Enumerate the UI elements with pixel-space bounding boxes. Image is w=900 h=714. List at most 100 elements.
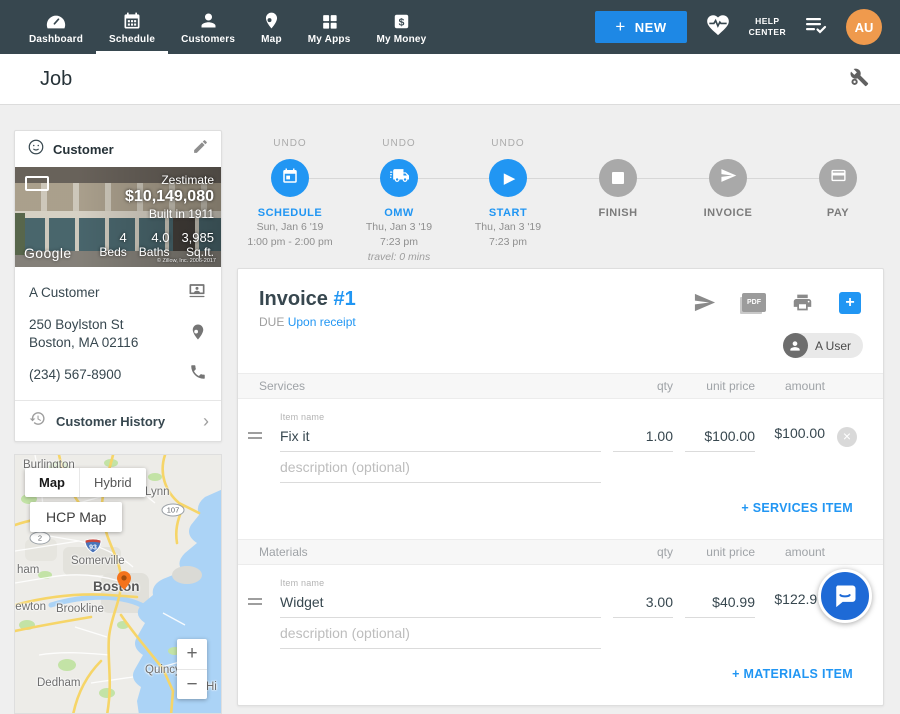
- customer-card-title: Customer: [53, 142, 184, 157]
- nav-label: Schedule: [109, 34, 155, 45]
- beds-value: 4: [99, 230, 126, 245]
- add-services-item-link[interactable]: + SERVICES ITEM: [741, 501, 853, 515]
- services-section-header: Services qty unit price amount: [238, 373, 883, 399]
- location-pin-icon[interactable]: [189, 322, 207, 347]
- nav-item-customers[interactable]: Customers: [168, 0, 248, 54]
- drag-handle[interactable]: [248, 598, 268, 605]
- undo-link[interactable]: UNDO: [235, 138, 345, 151]
- item-name-input[interactable]: [280, 428, 601, 452]
- due-label: DUE: [259, 315, 284, 329]
- invoice-step-button[interactable]: [709, 159, 747, 197]
- baths-value: 4.0: [139, 230, 170, 245]
- step-date: Thu, Jan 3 '19: [344, 221, 454, 234]
- page-header: Job: [0, 54, 900, 105]
- zillow-copyright: © Zillow, Inc. 2006-2017: [157, 258, 216, 264]
- step-label[interactable]: SCHEDULE: [235, 207, 345, 219]
- undo-link[interactable]: UNDO: [344, 138, 454, 151]
- route-shield-2: 2: [29, 531, 51, 545]
- main-panel: UNDO SCHEDULE Sun, Jan 6 '19 1:00 pm - 2…: [237, 130, 884, 706]
- service-description-row: [238, 452, 883, 483]
- built-year: Built in 1911: [125, 208, 214, 222]
- col-amount: amount: [767, 545, 825, 559]
- nav-item-my-money[interactable]: $ My Money: [363, 0, 439, 54]
- map-marker-pin[interactable]: [117, 571, 131, 590]
- step-label[interactable]: INVOICE: [673, 207, 783, 219]
- item-name-input[interactable]: [280, 594, 601, 618]
- map-widget: Burlington Lynn Somerville ham Boston Ne…: [14, 454, 222, 714]
- beds-label: Beds: [99, 245, 126, 259]
- sqft-label: Sq.ft.: [181, 245, 214, 259]
- user-avatar[interactable]: AU: [846, 9, 882, 45]
- step-label[interactable]: START: [453, 207, 563, 219]
- pdf-icon[interactable]: PDF: [742, 293, 766, 312]
- step-date: Sun, Jan 6 '19: [235, 221, 345, 234]
- due-value-link[interactable]: Upon receipt: [288, 315, 356, 329]
- qty-input[interactable]: [613, 428, 673, 452]
- start-step-button[interactable]: ▶: [489, 159, 527, 197]
- calendar-icon: [122, 9, 142, 31]
- finish-step-button[interactable]: [599, 159, 637, 197]
- nav-item-schedule[interactable]: Schedule: [96, 0, 168, 54]
- hcp-map-button[interactable]: HCP Map: [30, 502, 122, 532]
- pay-step-button[interactable]: [819, 159, 857, 197]
- material-line-item: Item name $122.97 ×: [238, 565, 883, 618]
- drag-handle[interactable]: [248, 432, 268, 439]
- add-invoice-item-button[interactable]: +: [839, 292, 861, 314]
- phone-icon[interactable]: [189, 363, 207, 386]
- history-clock-icon: [29, 410, 46, 432]
- customer-address: 250 Boylston StBoston, MA 02116: [29, 316, 181, 352]
- map-label: Newton: [14, 601, 46, 613]
- street-view-toggle-icon[interactable]: [25, 176, 49, 191]
- schedule-step-button[interactable]: [271, 159, 309, 197]
- customer-card: Customer Zestimate $10,149,080 Built in …: [14, 130, 222, 442]
- customer-phone: (234) 567-8900: [29, 366, 181, 384]
- truck-icon: [390, 166, 409, 190]
- customer-history-row[interactable]: Customer History ›: [15, 401, 221, 441]
- step-label[interactable]: PAY: [783, 207, 893, 219]
- activity-feed-icon[interactable]: [804, 15, 828, 40]
- print-icon[interactable]: [792, 292, 813, 313]
- new-button[interactable]: + NEW: [595, 11, 686, 43]
- map-type-control: Map Hybrid: [25, 468, 146, 497]
- chat-bubble-button[interactable]: [818, 569, 872, 623]
- send-invoice-icon[interactable]: [693, 291, 716, 314]
- dashboard-gauge-icon: [45, 9, 67, 31]
- col-unit-price: unit price: [685, 379, 755, 393]
- timeline-step-pay: PAY: [783, 138, 893, 219]
- unit-price-input[interactable]: [685, 428, 755, 452]
- item-name-label: Item name: [280, 412, 601, 422]
- add-materials-item-link[interactable]: + MATERIALS ITEM: [732, 667, 853, 681]
- map-label: Lynn: [145, 486, 170, 498]
- delete-line-button[interactable]: ×: [837, 427, 857, 447]
- timeline-step-finish: FINISH: [563, 138, 673, 219]
- job-settings-wrench-icon[interactable]: [848, 66, 870, 93]
- step-label[interactable]: OMW: [344, 207, 454, 219]
- qty-input[interactable]: [613, 594, 673, 618]
- map-type-map-button[interactable]: Map: [25, 468, 79, 497]
- help-line2: CENTER: [749, 27, 786, 38]
- map-type-hybrid-button[interactable]: Hybrid: [79, 468, 146, 497]
- plus-icon: +: [615, 17, 625, 37]
- nav-item-my-apps[interactable]: My Apps: [295, 0, 364, 54]
- route-shield-107: 107: [161, 503, 185, 517]
- undo-link[interactable]: UNDO: [453, 138, 563, 151]
- col-amount: amount: [767, 379, 825, 393]
- nav-item-map[interactable]: Map: [248, 0, 295, 54]
- svg-text:93: 93: [89, 545, 97, 552]
- unit-price-input[interactable]: [685, 594, 755, 618]
- description-input[interactable]: [280, 459, 601, 483]
- description-input[interactable]: [280, 625, 601, 649]
- step-label[interactable]: FINISH: [563, 207, 673, 219]
- zoom-in-button[interactable]: +: [177, 639, 207, 669]
- help-center-link[interactable]: HELP CENTER: [749, 16, 786, 38]
- zoom-out-button[interactable]: −: [177, 669, 207, 699]
- invoice-title-text: Invoice: [259, 288, 328, 310]
- contact-card-icon[interactable]: [187, 280, 207, 305]
- omw-step-button[interactable]: [380, 159, 418, 197]
- map-label: Somerville: [71, 555, 125, 567]
- edit-pencil-icon[interactable]: [192, 138, 209, 160]
- undo-spacer: [673, 138, 783, 151]
- assigned-user-chip[interactable]: A User: [783, 333, 863, 358]
- health-pulse-icon[interactable]: [705, 13, 731, 42]
- nav-item-dashboard[interactable]: Dashboard: [16, 0, 96, 54]
